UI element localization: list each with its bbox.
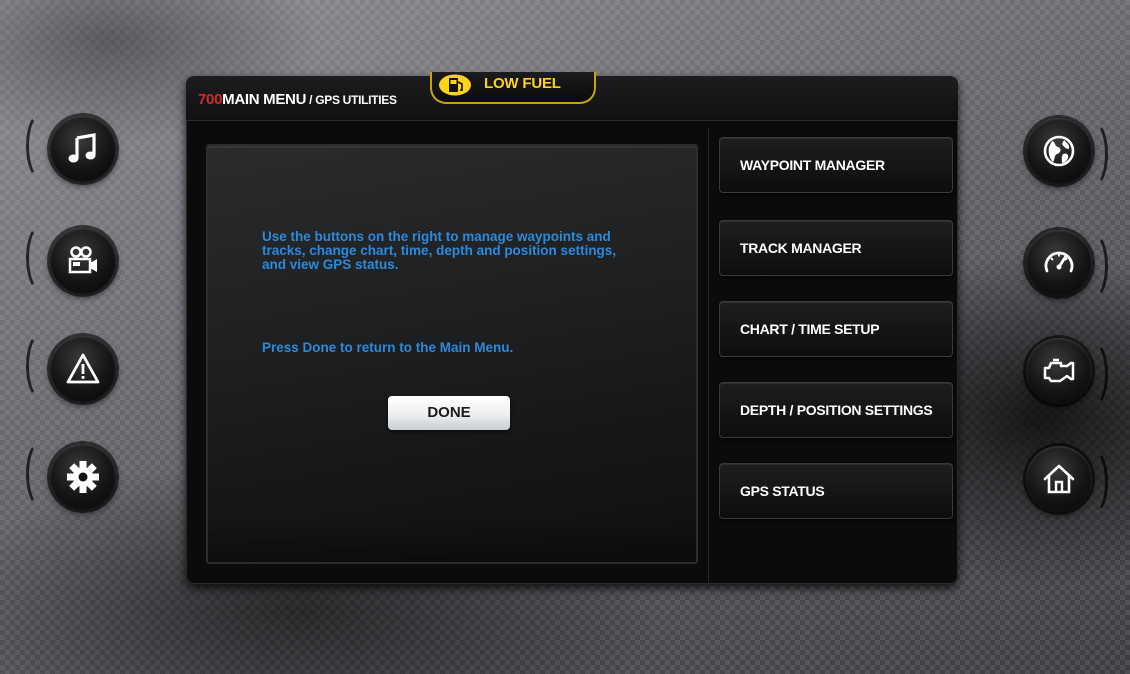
settings-gear-icon <box>64 458 102 496</box>
settings-button[interactable] <box>50 444 116 510</box>
gps-status-button[interactable]: GPS STATUS <box>719 463 953 519</box>
breadcrumb-main: MAIN MENU <box>222 91 307 108</box>
header-bar: 700MAIN MENU / GPS UTILITIES LOW FUEL <box>186 72 958 121</box>
done-hint-text: Press Done to return to the Main Menu. <box>262 340 514 355</box>
globe-icon <box>1040 132 1078 170</box>
home-button[interactable] <box>1026 446 1092 512</box>
warning-icon <box>64 350 102 388</box>
video-camera-icon <box>64 242 102 280</box>
chart-time-setup-button[interactable]: CHART / TIME SETUP <box>719 301 953 357</box>
track-manager-button[interactable]: TRACK MANAGER <box>719 220 953 276</box>
main-screen: 700MAIN MENU / GPS UTILITIES LOW FUEL Us… <box>186 72 959 584</box>
alert-label: LOW FUEL <box>484 75 561 92</box>
page-title: 700MAIN MENU / GPS UTILITIES <box>198 91 397 108</box>
music-button[interactable] <box>50 116 116 182</box>
speedometer-icon <box>1040 244 1078 282</box>
done-button[interactable]: DONE <box>388 396 510 430</box>
waypoint-manager-button[interactable]: WAYPOINT MANAGER <box>719 137 953 193</box>
breadcrumb-sub: / GPS UTILITIES <box>306 93 397 107</box>
gauges-button[interactable] <box>1026 230 1092 296</box>
fuel-pump-icon <box>438 74 472 96</box>
camera-button[interactable] <box>50 228 116 294</box>
screen-number: 700 <box>198 91 223 108</box>
home-icon <box>1040 460 1078 498</box>
instructions-text: Use the buttons on the right to manage w… <box>262 229 617 272</box>
depth-position-settings-button[interactable]: DEPTH / POSITION SETTINGS <box>719 382 953 438</box>
info-panel: Use the buttons on the right to manage w… <box>206 144 698 564</box>
navigation-button[interactable] <box>1026 118 1092 184</box>
alerts-button[interactable] <box>50 336 116 402</box>
engine-icon <box>1040 352 1078 390</box>
gps-menu: WAYPOINT MANAGER TRACK MANAGER CHART / T… <box>708 128 959 584</box>
low-fuel-alert[interactable]: LOW FUEL <box>430 72 596 104</box>
engine-button[interactable] <box>1026 338 1092 404</box>
music-note-icon <box>64 130 102 168</box>
